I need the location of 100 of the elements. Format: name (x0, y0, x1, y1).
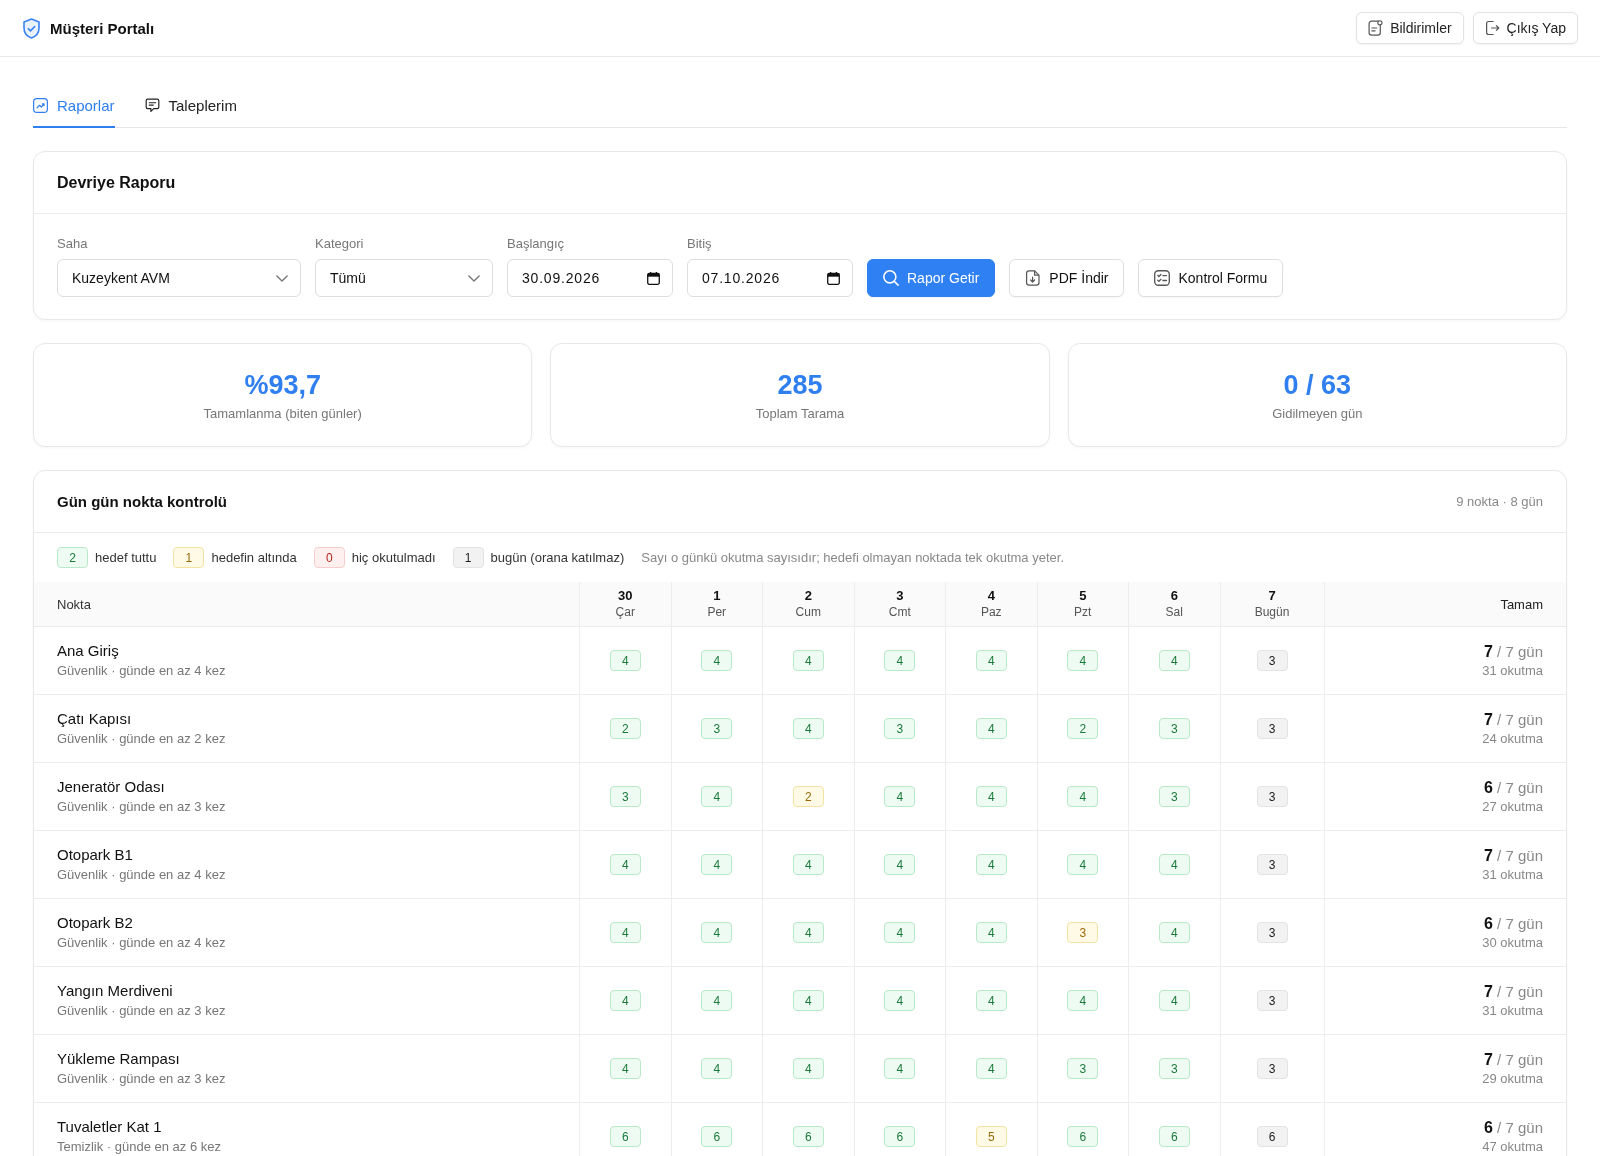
count-badge: 4 (701, 1058, 733, 1079)
weekday-label: Cmt (888, 604, 911, 620)
dropdown[interactable]: Kuzeykent AVM (57, 259, 301, 297)
count-badge: 4 (609, 990, 641, 1011)
stat-value: 0 / 63 (1283, 369, 1352, 401)
notification-icon (1368, 20, 1384, 36)
chart-icon (33, 98, 48, 113)
count-badge: 4 (792, 718, 824, 739)
completion-text: 6 / 7 gün (1484, 913, 1543, 934)
logout-button[interactable]: Çıkış Yap (1472, 12, 1578, 44)
day-number: 5 (1079, 588, 1087, 604)
count-badge: 4 (1158, 854, 1190, 875)
count-badge: 3 (1256, 650, 1288, 671)
count-badge: 4 (701, 650, 733, 671)
stat-label: Gidilmeyen gün (1272, 406, 1363, 421)
date-field[interactable]: 30.09.2026 (507, 259, 673, 297)
count-badge: 4 (975, 854, 1007, 875)
legend-swatch: 0 (313, 547, 345, 568)
scan-count: 47 okutma (1482, 1137, 1543, 1156)
portal-title: Müşteri Portalı (50, 19, 155, 37)
notifications-button[interactable]: Bildirimler (1356, 12, 1464, 44)
chevron-down-icon (468, 274, 480, 282)
scan-count: 31 okutma (1482, 1001, 1543, 1020)
count-badge: 4 (975, 1058, 1007, 1079)
count-badge: 4 (792, 650, 824, 671)
count-badge: 4 (609, 922, 641, 943)
field-label: Saha (57, 236, 89, 252)
count-badge: 3 (609, 786, 641, 807)
legend-swatch: 1 (452, 547, 484, 568)
scan-count: 31 okutma (1482, 865, 1543, 884)
get-report-button[interactable]: Rapor Getir (867, 259, 996, 297)
day-number: 30 (618, 588, 633, 604)
count-badge: 4 (701, 786, 733, 807)
count-badge: 6 (1067, 1126, 1099, 1147)
stat-value: %93,7 (244, 369, 321, 401)
calendar-icon (647, 271, 660, 285)
weekday-label: Bugün (1254, 604, 1290, 620)
weekday-label: Sal (1165, 604, 1183, 620)
logout-icon (1484, 20, 1500, 36)
point-detail: Güvenlik · günde en az 3 kez (57, 1070, 226, 1088)
count-badge: 6 (792, 1126, 824, 1147)
panel-title: Devriye Raporu (57, 173, 176, 192)
weekday-label: Çar (615, 604, 635, 620)
count-badge: 4 (1158, 922, 1190, 943)
legend-label: bugün (orana katılmaz) (490, 550, 625, 565)
count-badge: 5 (975, 1126, 1007, 1147)
legend-label: hiç okutulmadı (351, 550, 436, 565)
legend-label: hedef tuttu (95, 550, 157, 565)
scan-count: 31 okutma (1482, 661, 1543, 680)
scan-count: 24 okutma (1482, 729, 1543, 748)
weekday-label: Per (707, 604, 727, 620)
count-badge: 3 (1256, 922, 1288, 943)
scan-count: 29 okutma (1482, 1069, 1543, 1088)
count-badge: 4 (884, 854, 916, 875)
count-badge: 4 (1067, 650, 1099, 671)
count-badge: 4 (701, 922, 733, 943)
panel-title: Gün gün nokta kontrolü (57, 493, 227, 510)
count-badge: 4 (884, 922, 916, 943)
point-name: Otopark B1 (57, 845, 133, 865)
search-icon (883, 270, 899, 286)
count-badge: 6 (1158, 1126, 1190, 1147)
day-number: 3 (896, 588, 904, 604)
count-badge: 4 (884, 990, 916, 1011)
legend-swatch: 2 (57, 547, 88, 568)
tab[interactable]: Taleplerim (144, 85, 237, 128)
count-badge: 4 (975, 922, 1007, 943)
count-badge: 3 (1256, 718, 1288, 739)
date-field[interactable]: 07.10.2026 (687, 259, 853, 297)
count-badge: 3 (701, 718, 733, 739)
count-badge: 2 (1067, 718, 1099, 739)
count-badge: 6 (884, 1126, 916, 1147)
day-number: 6 (1170, 588, 1178, 604)
day-number: 2 (804, 588, 812, 604)
count-badge: 3 (1256, 990, 1288, 1011)
count-badge: 4 (1067, 990, 1099, 1011)
count-badge: 2 (792, 786, 824, 807)
point-name: Jeneratör Odası (57, 777, 165, 797)
dropdown[interactable]: Tümü (315, 259, 493, 297)
calendar-icon (827, 271, 840, 285)
field-label: Kategori (315, 236, 365, 252)
stat-label: Tamamlanma (biten günler) (203, 406, 362, 421)
control-form-button[interactable]: Kontrol Formu (1138, 259, 1284, 297)
completion-text: 6 / 7 gün (1484, 777, 1543, 798)
field-label: Başlangıç (507, 236, 566, 252)
count-badge: 4 (1158, 650, 1190, 671)
count-badge: 3 (1256, 786, 1288, 807)
pdf-download-button[interactable]: PDF İndir (1009, 259, 1125, 297)
point-name: Çatı Kapısı (57, 709, 132, 729)
point-detail: Güvenlik · günde en az 3 kez (57, 1002, 226, 1020)
tab[interactable]: Raporlar (33, 85, 115, 128)
count-badge: 4 (975, 718, 1007, 739)
column-header: Tamam (1500, 596, 1543, 612)
count-badge: 4 (701, 854, 733, 875)
completion-text: 6 / 7 gün (1484, 1117, 1543, 1138)
count-badge: 4 (792, 1058, 824, 1079)
count-badge: 4 (884, 786, 916, 807)
count-badge: 4 (609, 854, 641, 875)
point-detail: Güvenlik · günde en az 4 kez (57, 866, 226, 884)
count-badge: 4 (975, 990, 1007, 1011)
count-badge: 6 (701, 1126, 733, 1147)
